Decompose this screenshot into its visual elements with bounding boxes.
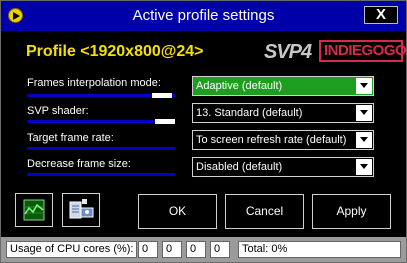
title-bar[interactable]: Active profile settings X: [1, 1, 406, 31]
svp-shader-label: SVP shader:: [27, 105, 89, 117]
chevron-down-icon[interactable]: [356, 132, 372, 148]
interpolation-mode-slider[interactable]: [27, 93, 175, 98]
window-title: Active profile settings: [132, 7, 275, 24]
cpu-core-1: 0: [138, 241, 158, 258]
target-frame-rate-slider[interactable]: [27, 147, 175, 150]
ok-button[interactable]: OK: [138, 194, 217, 229]
svp-shader-slider[interactable]: [27, 119, 175, 124]
target-frame-rate-select[interactable]: To screen refresh rate (default): [192, 130, 374, 150]
graph-button[interactable]: [15, 193, 53, 227]
select-value: To screen refresh rate (default): [196, 134, 347, 146]
profile-settings-window: Active profile settings X Profile <1920x…: [0, 0, 407, 263]
cancel-button[interactable]: Cancel: [225, 194, 304, 229]
slider-knob[interactable]: [155, 119, 175, 124]
chevron-down-icon[interactable]: [356, 159, 372, 175]
select-value: Disabled (default): [196, 161, 283, 173]
target-frame-rate-label: Target frame rate:: [27, 132, 114, 144]
settings-icon: [69, 199, 94, 219]
decrease-frame-size-slider[interactable]: [27, 173, 175, 176]
interpolation-mode-label: Frames interpolation mode:: [27, 77, 161, 89]
cpu-total: Total: 0%: [238, 241, 401, 258]
cpu-core-2: 0: [162, 241, 182, 258]
chevron-down-icon[interactable]: [356, 78, 372, 94]
svp-shader-select[interactable]: 13. Standard (default): [192, 103, 374, 123]
graph-icon: [23, 199, 45, 221]
interpolation-mode-select[interactable]: Adaptive (default): [192, 76, 374, 96]
status-bar: Usage of CPU cores (%): 0 0 0 0 Total: 0…: [1, 237, 406, 262]
settings-button[interactable]: [62, 193, 100, 227]
cpu-core-4: 0: [210, 241, 230, 258]
indiegogo-logo[interactable]: INDIEGOGO: [319, 40, 407, 62]
cpu-usage-label: Usage of CPU cores (%):: [6, 241, 138, 258]
decrease-frame-size-select[interactable]: Disabled (default): [192, 157, 374, 177]
chevron-down-icon[interactable]: [356, 105, 372, 121]
slider-knob[interactable]: [152, 93, 172, 98]
cpu-core-3: 0: [186, 241, 206, 258]
profile-title: Profile <1920x800@24>: [26, 43, 204, 60]
apply-button[interactable]: Apply: [312, 194, 391, 229]
decrease-frame-size-label: Decrease frame size:: [27, 158, 131, 170]
select-value: 13. Standard (default): [196, 107, 303, 119]
select-value: Adaptive (default): [196, 80, 283, 92]
close-button[interactable]: X: [364, 6, 398, 24]
svp-logo-text: SVP4: [264, 41, 312, 63]
